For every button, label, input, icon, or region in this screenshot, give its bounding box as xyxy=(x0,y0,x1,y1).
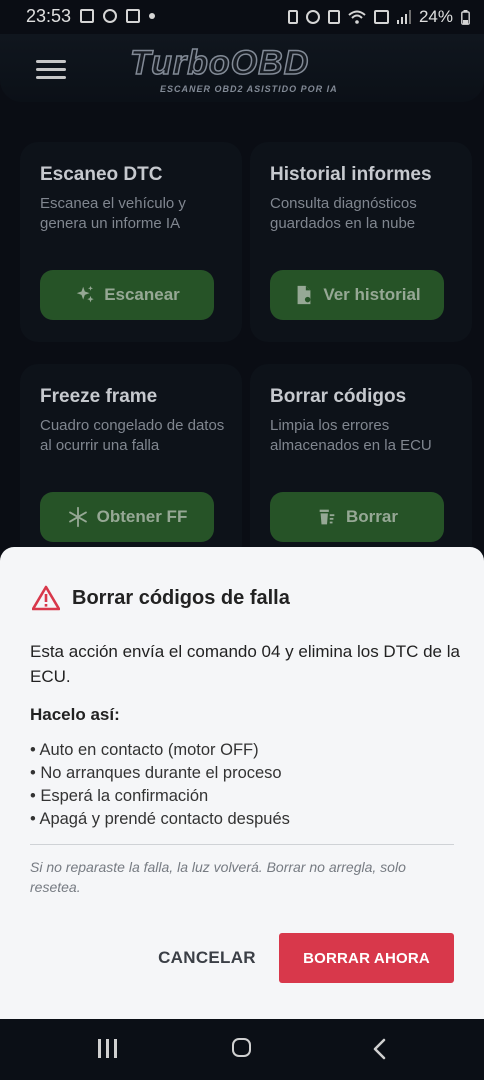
howto-heading: Hacelo así: xyxy=(30,705,120,724)
dialog-note: Si no reparaste la falla, la luz volverá… xyxy=(30,859,406,895)
dialog-title: Borrar códigos de falla xyxy=(72,587,290,609)
divider xyxy=(30,844,454,845)
recent-apps-icon[interactable] xyxy=(96,1039,120,1059)
dialog-body: Esta acción envía el comando 04 y elimin… xyxy=(30,642,460,686)
system-nav-bar xyxy=(0,1019,484,1080)
back-icon[interactable] xyxy=(372,1038,386,1060)
cancel-button[interactable]: CANCELAR xyxy=(150,933,264,983)
list-item: • Apagá y prendé contacto después xyxy=(30,810,290,828)
list-item: • No arranques durante el proceso xyxy=(30,764,282,782)
home-icon[interactable] xyxy=(232,1038,251,1057)
warning-icon xyxy=(32,585,60,611)
list-item: • Esperá la confirmación xyxy=(30,787,209,805)
clear-codes-dialog: Borrar códigos de falla Esta acción enví… xyxy=(0,547,484,1019)
list-item: • Auto en contacto (motor OFF) xyxy=(30,741,259,759)
steps-list: • Auto en contacto (motor OFF) • No arra… xyxy=(30,739,290,831)
clear-now-button[interactable]: BORRAR AHORA xyxy=(279,933,454,983)
